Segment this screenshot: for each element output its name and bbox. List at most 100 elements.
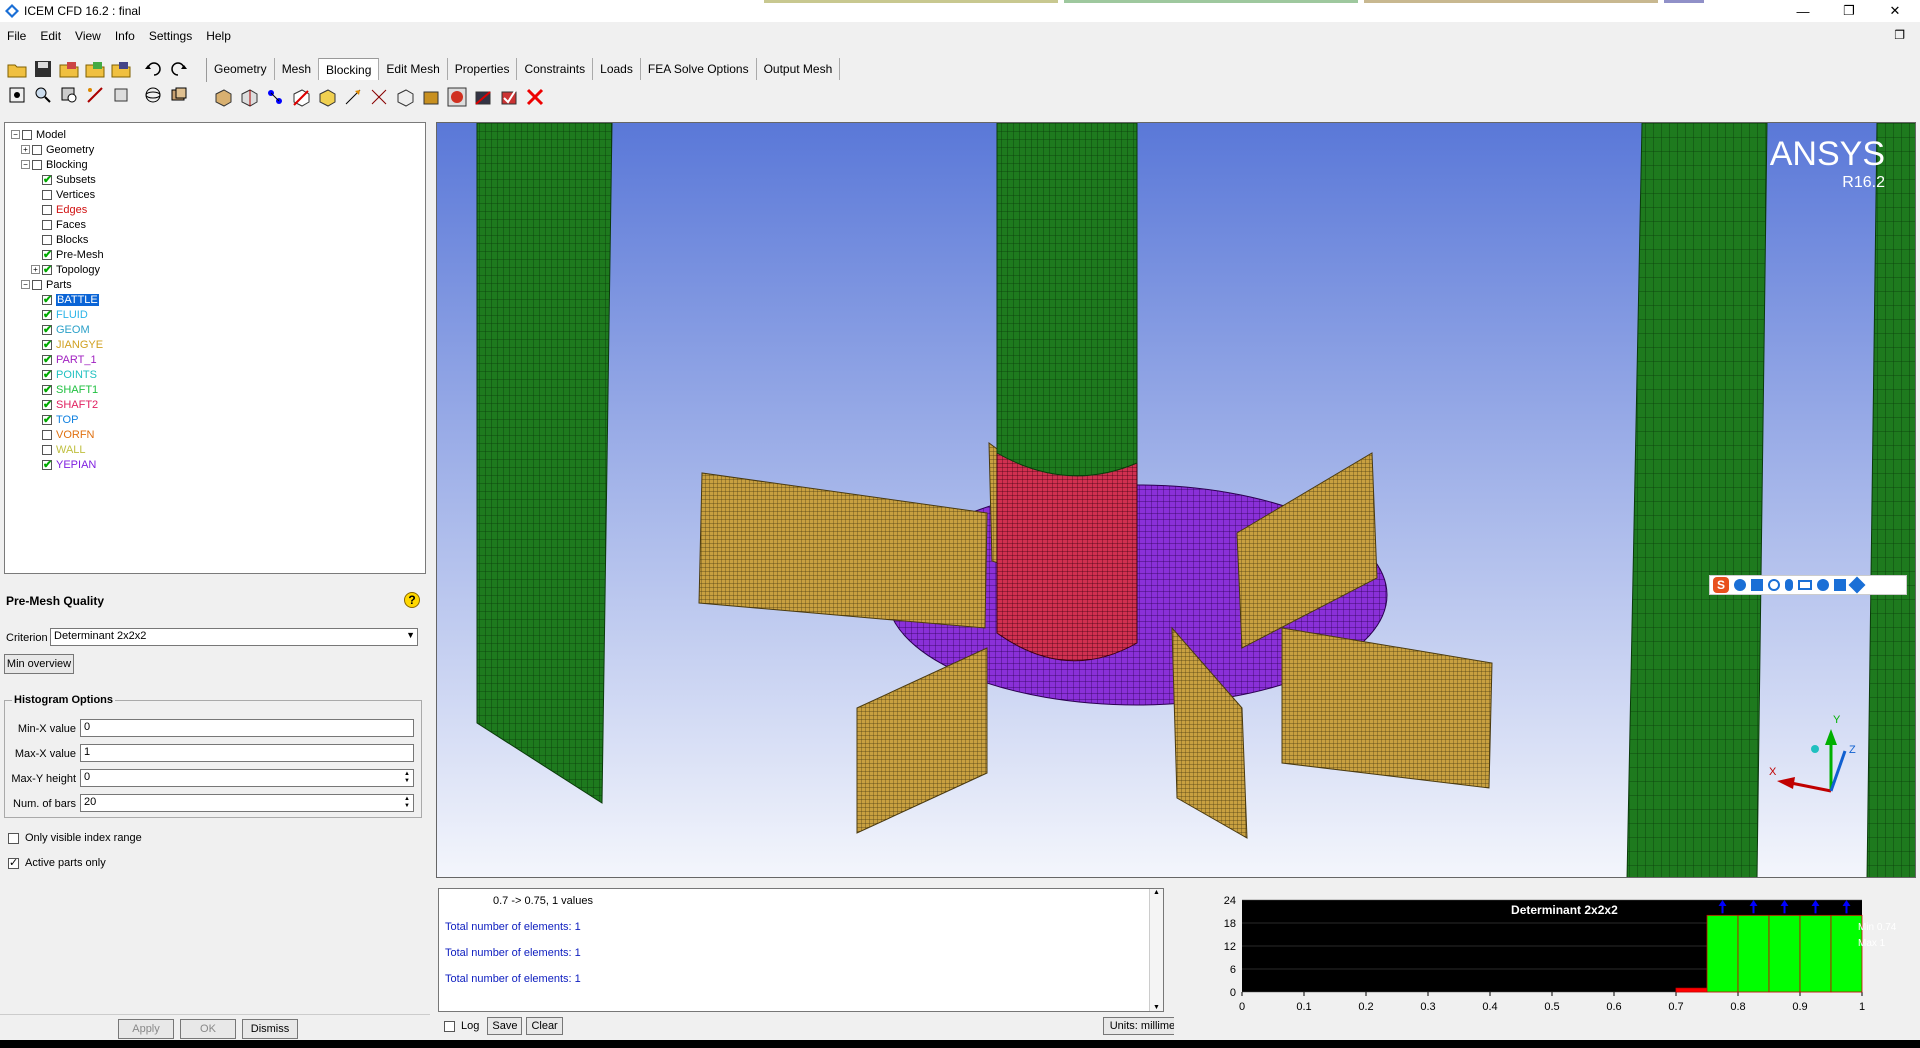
clear-log-button[interactable]: Clear xyxy=(526,1017,563,1035)
wireframe-icon[interactable] xyxy=(142,84,164,106)
tab-geometry[interactable]: Geometry xyxy=(207,58,275,80)
ime-tools-icon[interactable] xyxy=(1848,576,1866,594)
undo-icon[interactable] xyxy=(142,58,164,80)
open-folder-icon[interactable] xyxy=(6,58,28,80)
expand-icon[interactable]: − xyxy=(21,280,30,289)
visibility-checkbox[interactable] xyxy=(22,129,32,140)
visibility-checkbox[interactable] xyxy=(42,248,52,261)
visibility-checkbox[interactable] xyxy=(42,353,52,366)
menu-file[interactable]: File xyxy=(0,29,33,43)
bars-input[interactable]: 20 ▲ ▼ xyxy=(80,794,414,812)
visibility-checkbox[interactable] xyxy=(42,219,52,230)
quality-histogram[interactable]: 24 18 12 6 0 0 0.1 0.2 0.3 0.4 0.5 0.6 0.7 0.8 0.9 1 Det… xyxy=(1174,888,1916,1036)
redo-icon[interactable] xyxy=(168,58,190,80)
tree-item[interactable]: Faces xyxy=(31,217,86,232)
tree-item[interactable]: POINTS xyxy=(31,367,97,382)
tree-item[interactable]: PART_1 xyxy=(31,352,97,367)
premesh-quality-icon[interactable] xyxy=(446,86,468,108)
tree-item[interactable]: + Geometry xyxy=(21,142,94,157)
visibility-checkbox[interactable] xyxy=(42,429,52,440)
minimize-button[interactable]: — xyxy=(1780,0,1826,22)
only-visible-checkbox[interactable] xyxy=(8,832,19,844)
ime-keyboard-icon[interactable] xyxy=(1798,580,1812,590)
tree-item[interactable]: − Blocking xyxy=(21,157,88,172)
visibility-checkbox[interactable] xyxy=(42,308,52,321)
tree-item[interactable]: SHAFT2 xyxy=(31,397,98,412)
expand-icon[interactable]: + xyxy=(21,145,30,154)
active-parts-checkbox-row[interactable]: Active parts only xyxy=(8,856,106,869)
minx-input[interactable]: 0 xyxy=(80,719,414,737)
menu-info[interactable]: Info xyxy=(108,29,142,43)
expand-icon[interactable]: − xyxy=(21,160,30,169)
menu-view[interactable]: View xyxy=(68,29,108,43)
tree-item[interactable]: JIANGYE xyxy=(31,337,103,352)
fit-window-icon[interactable] xyxy=(6,84,28,106)
maxy-input[interactable]: 0 ▲ ▼ xyxy=(80,769,414,787)
transform-blocks-icon[interactable] xyxy=(368,86,390,108)
dismiss-button[interactable]: Dismiss xyxy=(242,1019,298,1039)
message-console[interactable]: 0.7 -> 0.75, 1 values Total number of el… xyxy=(438,888,1164,1012)
tree-item[interactable]: Edges xyxy=(31,202,87,217)
console-scrollbar[interactable]: ▲ ▼ xyxy=(1149,889,1163,1011)
tree-item[interactable]: SHAFT1 xyxy=(31,382,98,397)
tab-mesh[interactable]: Mesh xyxy=(275,58,320,80)
solid-icon[interactable] xyxy=(168,84,190,106)
visibility-checkbox[interactable] xyxy=(42,189,52,200)
tree-item[interactable]: YEPIAN xyxy=(31,457,96,472)
create-block-icon[interactable] xyxy=(212,86,234,108)
open-geometry-icon[interactable] xyxy=(58,58,80,80)
scroll-up-icon[interactable]: ▲ xyxy=(1150,889,1163,896)
delete-block-icon[interactable] xyxy=(524,86,546,108)
ime-mode-icon[interactable] xyxy=(1734,579,1746,591)
tree-item[interactable]: BATTLE xyxy=(31,292,99,307)
open-blocking-icon[interactable] xyxy=(84,58,106,80)
tree-item[interactable]: − Model xyxy=(11,127,66,142)
visibility-checkbox[interactable] xyxy=(42,204,52,215)
ime-punct-icon[interactable] xyxy=(1751,579,1763,591)
visibility-checkbox[interactable] xyxy=(42,338,52,351)
edit-block-icon[interactable] xyxy=(290,86,312,108)
tab-constraints[interactable]: Constraints xyxy=(517,58,594,80)
premesh-smooth-icon[interactable] xyxy=(472,86,494,108)
visibility-checkbox[interactable] xyxy=(42,323,52,336)
tree-item[interactable]: Vertices xyxy=(31,187,95,202)
expand-icon[interactable]: + xyxy=(31,265,40,274)
save-icon[interactable] xyxy=(32,58,54,80)
zoom-box-icon[interactable] xyxy=(58,84,80,106)
ime-emoji-icon[interactable] xyxy=(1768,579,1780,591)
spin-icon[interactable]: ▲ ▼ xyxy=(402,796,412,810)
maximize-button[interactable]: ❐ xyxy=(1826,0,1872,22)
premesh-params-icon[interactable] xyxy=(420,86,442,108)
visibility-checkbox[interactable] xyxy=(42,173,52,186)
visibility-checkbox[interactable] xyxy=(42,263,52,276)
rotate-icon[interactable] xyxy=(110,84,132,106)
visibility-checkbox[interactable] xyxy=(42,458,52,471)
active-parts-checkbox[interactable] xyxy=(8,856,19,869)
tab-edit-mesh[interactable]: Edit Mesh xyxy=(379,58,448,80)
merge-vertices-icon[interactable] xyxy=(264,86,286,108)
tab-loads[interactable]: Loads xyxy=(593,58,641,80)
edit-edge-icon[interactable] xyxy=(394,86,416,108)
ime-toolbar[interactable]: S xyxy=(1709,575,1907,595)
associate-icon[interactable] xyxy=(316,86,338,108)
visibility-checkbox[interactable] xyxy=(32,279,42,290)
tab-properties[interactable]: Properties xyxy=(448,58,518,80)
tree-item[interactable]: − Parts xyxy=(21,277,72,292)
menu-help[interactable]: Help xyxy=(199,29,238,43)
graphics-viewport[interactable]: ANSYS R16.2 Y X Z S xyxy=(436,122,1916,878)
help-icon[interactable]: ? xyxy=(404,592,420,608)
ok-button[interactable]: OK xyxy=(180,1019,236,1039)
tab-output-mesh[interactable]: Output Mesh xyxy=(757,58,841,80)
tree-item[interactable]: TOP xyxy=(31,412,78,427)
tree-item[interactable]: FLUID xyxy=(31,307,88,322)
tree-item[interactable]: Blocks xyxy=(31,232,88,247)
zoom-icon[interactable] xyxy=(32,84,54,106)
ime-voice-icon[interactable] xyxy=(1785,579,1793,591)
visibility-checkbox[interactable] xyxy=(42,444,52,455)
scroll-down-icon[interactable]: ▼ xyxy=(1150,1004,1163,1011)
menu-settings[interactable]: Settings xyxy=(142,29,199,43)
maxx-input[interactable]: 1 xyxy=(80,744,414,762)
tree-item[interactable]: VORFN xyxy=(31,427,95,442)
ime-skin-icon[interactable] xyxy=(1834,579,1846,591)
tree-item[interactable]: Subsets xyxy=(31,172,96,187)
